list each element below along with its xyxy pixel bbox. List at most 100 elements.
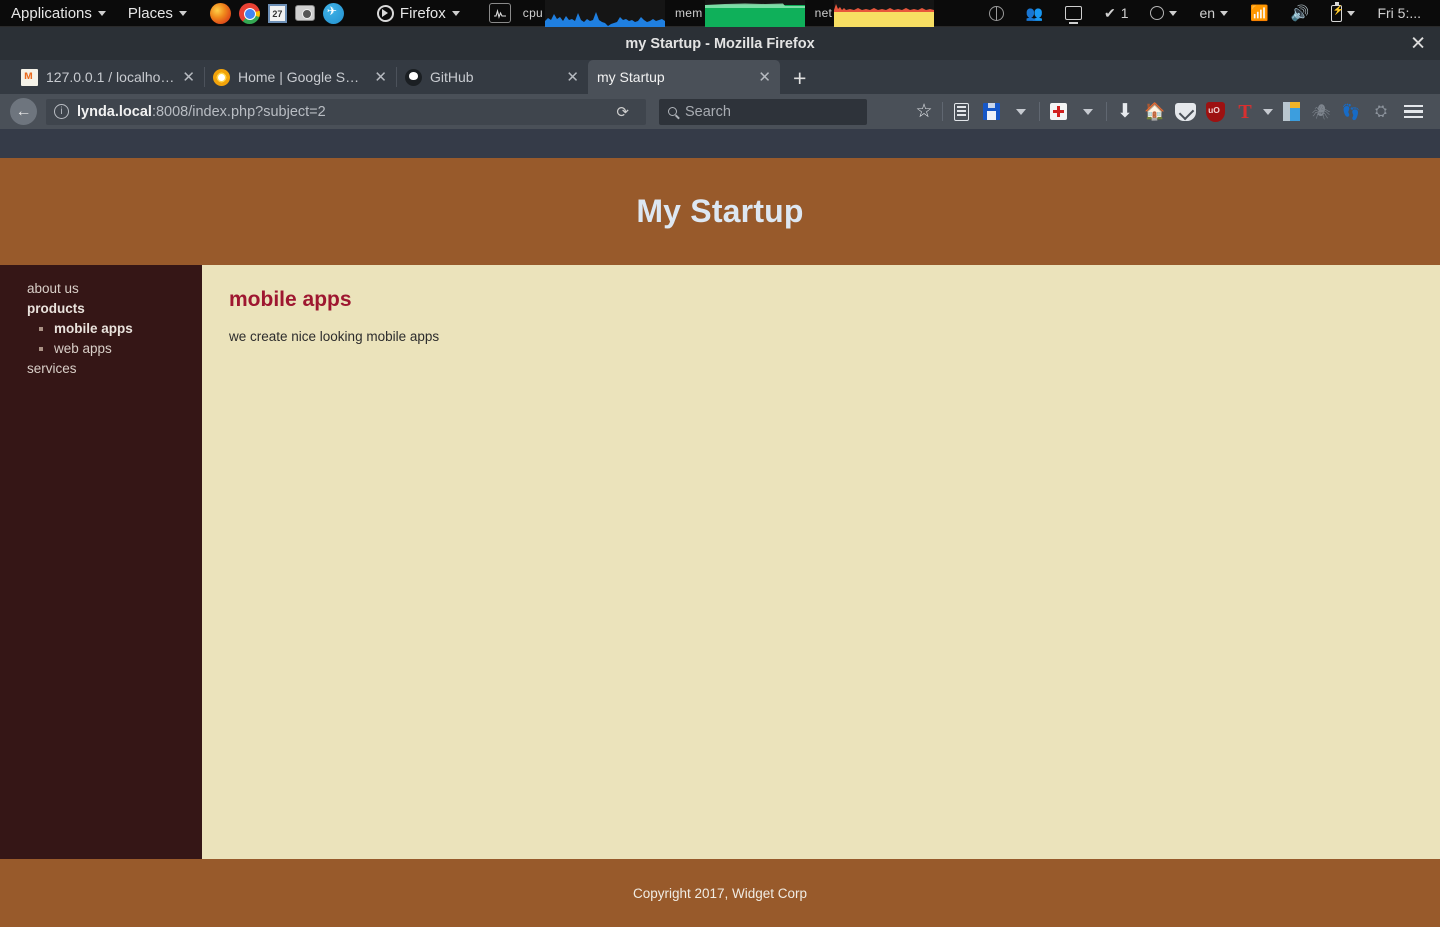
save-page-floppy-icon[interactable] (976, 97, 1006, 127)
battery-tray-item[interactable] (1320, 0, 1366, 27)
globe-tray-icon[interactable] (978, 0, 1015, 27)
nav-item-mobile-apps[interactable]: mobile apps (54, 319, 202, 339)
system-monitor-icon[interactable] (488, 3, 511, 23)
reader-clipboard-icon[interactable] (946, 97, 976, 127)
tab-strip: 127.0.0.1 / localhost /... ✕ Home | Goog… (0, 60, 1440, 94)
hamburger-menu-icon[interactable] (1396, 97, 1430, 127)
url-text: lynda.local:8008/index.php?subject=2 (77, 104, 599, 120)
nav-item-products[interactable]: products mobile apps web apps (27, 299, 202, 359)
applications-menu[interactable]: Applications (0, 0, 117, 27)
url-bar[interactable]: i lynda.local:8008/index.php?subject=2 ⟳ (46, 98, 646, 125)
firefox-window-icon (376, 4, 394, 22)
nav-link-services[interactable]: services (27, 359, 77, 379)
browser-tab-1[interactable]: 127.0.0.1 / localhost /... ✕ (12, 60, 204, 94)
nav-sublist-products: mobile apps web apps (27, 319, 202, 359)
site-sidebar-nav: about us products mobile apps web apps (0, 265, 202, 859)
todo-tray-item[interactable]: ✔ 1 (1093, 0, 1140, 27)
toolbar-divider (1106, 102, 1107, 121)
content-body: we create nice looking mobile apps (229, 329, 440, 344)
nav-link-products[interactable]: products (27, 299, 85, 319)
nav-link-web-apps[interactable]: web apps (54, 339, 112, 359)
mem-graph (704, 0, 805, 27)
wifi-tray-icon[interactable]: 📶 (1239, 0, 1280, 27)
language-label: en (1199, 5, 1216, 21)
chevron-down-icon[interactable] (1073, 97, 1103, 127)
copyright-text: Copyright 2017, Widget Corp (632, 885, 808, 901)
active-window-menu[interactable]: Firefox (366, 0, 471, 27)
volume-tray-icon[interactable]: 🔊 (1280, 0, 1321, 27)
downloads-arrow-icon[interactable]: ⬇ (1110, 97, 1140, 127)
panel-tray: 👥 ✔ 1 en 📶 🔊 Fri 5:... (978, 0, 1440, 27)
tab-title: GitHub (430, 69, 474, 85)
gsoc-favicon-icon (213, 68, 230, 86)
footprint-icon[interactable]: 👣 (1336, 97, 1366, 127)
ublock-shield-icon[interactable] (1200, 97, 1230, 127)
search-bar[interactable]: Search (659, 98, 867, 125)
nav-link-about-us[interactable]: about us (27, 279, 79, 299)
tab-title: Home | Google Sum... (238, 69, 367, 85)
nav-item-about-us[interactable]: about us (27, 279, 202, 299)
chrome-launcher-icon[interactable] (238, 2, 260, 24)
places-menu[interactable]: Places (117, 0, 198, 27)
spider-icon[interactable]: 🕷 (1306, 97, 1336, 127)
screenshot-tray-icon[interactable] (1054, 0, 1093, 27)
telegram-launcher-icon[interactable] (322, 2, 344, 24)
toolbar-icon-group: ☆ ⬇ 🏠 T 🕷 👣 ⛭ (909, 97, 1430, 127)
tab-close-icon[interactable]: ✕ (374, 70, 387, 85)
site-title: My Startup (636, 193, 804, 229)
browser-tab-3[interactable]: GitHub ✕ (396, 60, 588, 94)
url-path: :8008/index.php?subject=2 (151, 103, 326, 120)
tab-close-icon[interactable]: ✕ (758, 70, 771, 85)
bookmark-star-icon[interactable]: ☆ (909, 97, 939, 127)
content-heading: mobile apps (229, 288, 352, 311)
reload-button[interactable]: ⟳ (607, 103, 638, 121)
mem-label: mem (675, 6, 703, 20)
pocket-icon[interactable] (1170, 97, 1200, 127)
camera-launcher-icon[interactable] (294, 5, 315, 21)
site-info-icon[interactable]: i (54, 104, 69, 119)
status-circle-tray-item[interactable] (1139, 0, 1188, 27)
window-close-button[interactable]: ✕ (1410, 34, 1426, 53)
calendar-launcher-icon[interactable]: 27 (267, 3, 287, 23)
tab-title: 127.0.0.1 / localhost /... (46, 69, 174, 85)
page-body: about us products mobile apps web apps (0, 265, 1440, 859)
first-aid-cross-icon[interactable] (1043, 97, 1073, 127)
github-favicon-icon (405, 68, 422, 86)
toolbar-divider (1039, 102, 1040, 121)
check-icon: ✔ (1103, 4, 1116, 21)
users-tray-icon[interactable]: 👥 (1015, 0, 1054, 27)
home-icon[interactable]: 🏠 (1140, 97, 1170, 127)
chevron-down-icon[interactable] (1006, 97, 1036, 127)
nav-item-web-apps[interactable]: web apps (54, 339, 202, 359)
chevron-down-icon (97, 10, 106, 16)
text-tool-icon[interactable]: T (1230, 97, 1260, 127)
network-tree-icon[interactable]: ⛭ (1366, 97, 1396, 127)
search-icon (668, 107, 677, 116)
places-menu-label: Places (127, 4, 173, 22)
chevron-down-icon (178, 10, 187, 16)
firefox-window: my Startup - Mozilla Firefox ✕ 127.0.0.1… (0, 27, 1440, 927)
system-monitor-applet[interactable]: cpu mem net (488, 0, 935, 27)
chevron-down-icon[interactable] (1260, 97, 1276, 127)
desktop-top-panel: Applications Places 27 Firefox cpu mem (0, 0, 1440, 27)
back-button[interactable]: ← (10, 98, 37, 125)
browser-tab-2[interactable]: Home | Google Sum... ✕ (204, 60, 396, 94)
clock[interactable]: Fri 5:... (1366, 0, 1432, 27)
new-tab-button[interactable]: + (780, 67, 819, 94)
nav-item-services[interactable]: services (27, 359, 202, 379)
nav-link-mobile-apps[interactable]: mobile apps (54, 319, 133, 339)
cpu-graph (545, 0, 666, 27)
browser-tab-4-active[interactable]: my Startup ✕ (588, 60, 780, 94)
firefox-launcher-icon[interactable] (209, 2, 231, 24)
todo-count: 1 (1120, 5, 1129, 21)
tab-close-icon[interactable]: ✕ (182, 70, 195, 85)
toolbar-divider (942, 102, 943, 121)
net-graph (834, 0, 935, 27)
language-tray-item[interactable]: en (1188, 0, 1239, 27)
tab-title: my Startup (597, 69, 665, 85)
color-picker-icon[interactable] (1276, 97, 1306, 127)
applications-menu-label: Applications (11, 4, 92, 22)
tab-close-icon[interactable]: ✕ (566, 70, 579, 85)
circle-icon (1150, 6, 1165, 20)
url-host: lynda.local (77, 103, 152, 120)
